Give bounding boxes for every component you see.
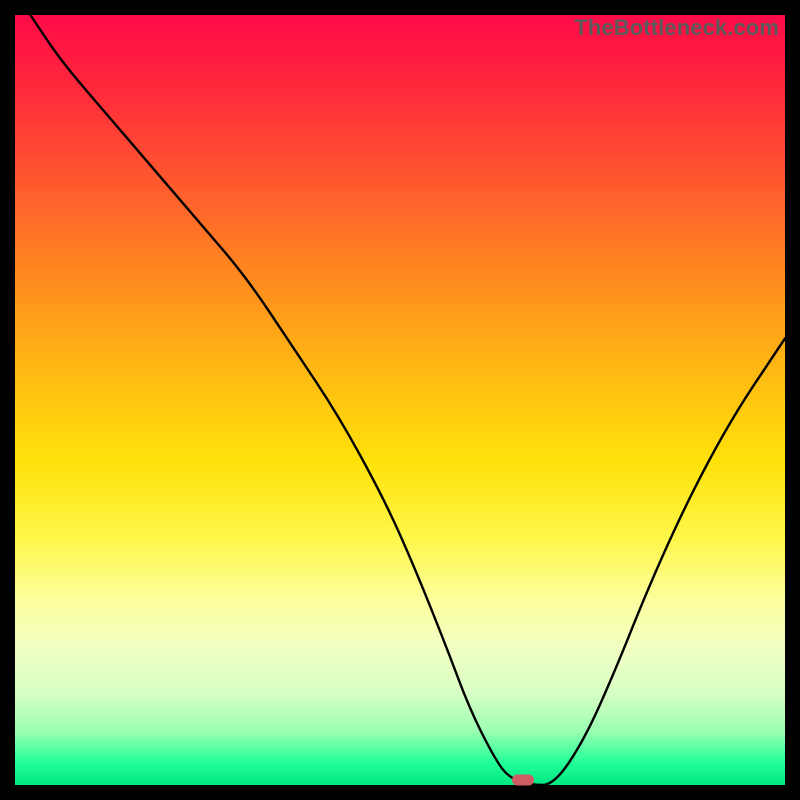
- bottleneck-curve-path: [30, 15, 785, 785]
- curve-svg: [15, 15, 785, 785]
- chart-canvas: TheBottleneck.com: [0, 0, 800, 800]
- plot-area: TheBottleneck.com: [15, 15, 785, 785]
- optimal-point-marker: [512, 775, 534, 786]
- watermark-text: TheBottleneck.com: [574, 15, 779, 41]
